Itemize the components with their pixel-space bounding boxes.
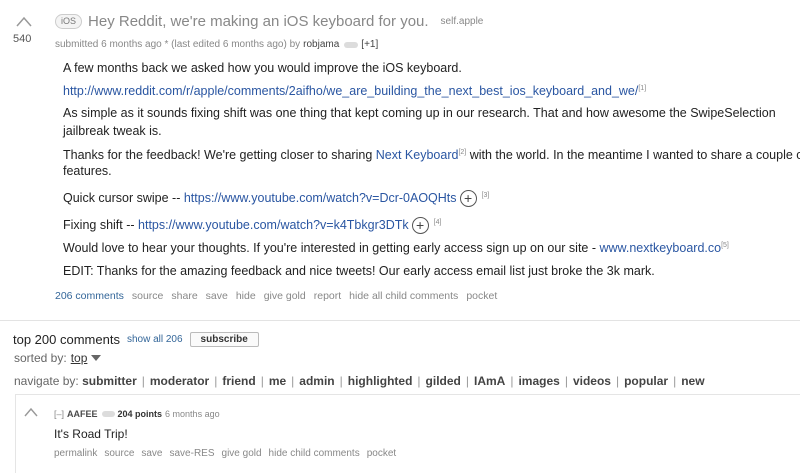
fixing-shift-label: Fixing shift -- (63, 218, 139, 233)
subscribe-button[interactable]: subscribe (189, 332, 259, 347)
body-paragraph-4b: features. (63, 164, 112, 178)
cursor-swipe-video-link[interactable]: https://www.youtube.com/watch?v=Dcr-0AOQ… (184, 191, 457, 205)
comment-give-gold-button[interactable]: give gold (222, 448, 262, 459)
navigate-submitter[interactable]: submitter (82, 374, 137, 388)
p7-pre-text: Would love to hear your thoughts. If you… (63, 241, 600, 256)
body-paragraph-3b: jailbreak tweak is. (63, 124, 162, 138)
p4-pre-text: Thanks for the feedback! We're getting c… (63, 148, 376, 163)
navigate-new[interactable]: new (681, 374, 704, 388)
footnote-4: [4] (433, 219, 442, 226)
body-paragraph-1: A few months back we asked how you would… (63, 61, 462, 75)
comment-source-button[interactable]: source (104, 448, 134, 459)
comment-points: 204 points (117, 409, 163, 419)
fixing-shift-video-link[interactable]: https://www.youtube.com/watch?v=k4Tbkgr3… (138, 218, 409, 232)
navigate-admin[interactable]: admin (299, 374, 334, 388)
navigate-friend[interactable]: friend (222, 374, 255, 388)
navigate-by-bar: navigate by: submitter | moderator | frien… (14, 374, 705, 388)
expand-video-plus-icon[interactable]: + (411, 217, 429, 235)
user-tag-icon[interactable] (344, 41, 359, 48)
save-button[interactable]: save (206, 290, 228, 302)
comment-text: It's Road Trip! (54, 427, 128, 441)
comments-title: top 200 comments (13, 332, 120, 347)
by-label: by (289, 39, 301, 50)
collapse-comment-button[interactable]: [–] (54, 409, 64, 419)
body-paragraph-2: http://www.reddit.com/r/apple/comments/2… (63, 80, 646, 100)
pocket-button[interactable]: pocket (466, 290, 497, 302)
comment-buttons: permalink source save save-RES give gold… (54, 448, 396, 459)
navigate-popular[interactable]: popular (624, 374, 668, 388)
post-flair: iOS (55, 14, 83, 29)
navigate-highlighted[interactable]: highlighted (348, 374, 413, 388)
reddit-thread-link[interactable]: http://www.reddit.com/r/apple/comments/2… (63, 84, 638, 98)
comment-save-button[interactable]: save (141, 448, 162, 459)
nextkeyboard-site-link[interactable]: www.nextkeyboard.co (599, 241, 721, 255)
sort-menu: sorted by: top (14, 351, 102, 365)
navigate-gilded[interactable]: gilded (426, 374, 461, 388)
post-buttons: 206 comments source share save hide give… (55, 290, 497, 302)
post-tagline: submitted 6 months ago * (last edited 6 … (55, 39, 378, 50)
comment-pocket-button[interactable]: pocket (367, 448, 396, 459)
give-gold-button[interactable]: give gold (264, 290, 306, 302)
post-score: 540 (13, 33, 32, 45)
footnote-1: [1] (638, 85, 647, 92)
comment-author-link[interactable]: AAFEE (67, 409, 98, 419)
post-title-link[interactable]: Hey Reddit, we're making an iOS keyboard… (88, 13, 429, 30)
navigate-images[interactable]: images (518, 374, 559, 388)
submitted-time: submitted 6 months ago (55, 39, 162, 50)
sort-dropdown[interactable]: top (71, 351, 88, 365)
body-paragraph-7: Would love to hear your thoughts. If you… (63, 237, 729, 257)
post-author-link[interactable]: robjama (303, 39, 339, 50)
comments-count-link[interactable]: 206 comments (55, 290, 124, 302)
hide-child-comments-button[interactable]: hide child comments (269, 448, 360, 459)
comments-header: top 200 comments show all 206 subscribe (13, 332, 259, 347)
user-tag-icon[interactable] (101, 411, 115, 417)
next-keyboard-link[interactable]: Next Keyboard (376, 148, 459, 162)
share-button[interactable]: share (171, 290, 197, 302)
sorted-by-label: sorted by: (14, 351, 67, 365)
navigate-me[interactable]: me (269, 374, 286, 388)
save-res-button[interactable]: save-RES (170, 448, 215, 459)
author-karma: [+1] (361, 39, 379, 50)
footnote-3: [3] (481, 192, 490, 199)
post-title-row: iOS Hey Reddit, we're making an iOS keyb… (55, 13, 483, 30)
hide-all-child-comments-button[interactable]: hide all child comments (349, 290, 458, 302)
navigate-by-label: navigate by: (14, 374, 79, 388)
edited-time: * (last edited 6 months ago) (164, 39, 287, 50)
body-paragraph-8: EDIT: Thanks for the amazing feedback an… (63, 264, 655, 278)
footnote-5: [5] (721, 242, 729, 249)
permalink-button[interactable]: permalink (54, 448, 97, 459)
source-button[interactable]: source (132, 290, 164, 302)
upvote-arrow-icon[interactable] (16, 15, 32, 27)
navigate-iama[interactable]: IAmA (474, 374, 505, 388)
hide-button[interactable]: hide (236, 290, 256, 302)
body-paragraph-6: Fixing shift -- https://www.youtube.com/… (63, 214, 442, 235)
chevron-down-icon[interactable] (91, 355, 102, 361)
expand-video-plus-icon[interactable]: + (459, 190, 477, 208)
comment-time: 6 months ago (165, 409, 220, 419)
post-domain[interactable]: self.apple (441, 16, 484, 27)
show-all-comments-link[interactable]: show all 206 (127, 334, 183, 345)
cursor-swipe-label: Quick cursor swipe -- (63, 191, 184, 206)
comment-container (15, 394, 800, 473)
body-paragraph-3a: As simple as it sounds fixing shift was … (63, 106, 776, 120)
comment-upvote-arrow-icon[interactable] (24, 407, 38, 417)
body-paragraph-5: Quick cursor swipe -- https://www.youtub… (63, 187, 490, 208)
report-button[interactable]: report (314, 290, 341, 302)
p4-post-text: with the world. In the meantime I wanted… (466, 148, 800, 163)
section-divider (0, 320, 800, 321)
comment-tagline: [–] AAFEE 204 points 6 months ago (54, 409, 220, 419)
navigate-moderator[interactable]: moderator (150, 374, 209, 388)
navigate-videos[interactable]: videos (573, 374, 611, 388)
body-paragraph-4a: Thanks for the feedback! We're getting c… (63, 144, 800, 164)
